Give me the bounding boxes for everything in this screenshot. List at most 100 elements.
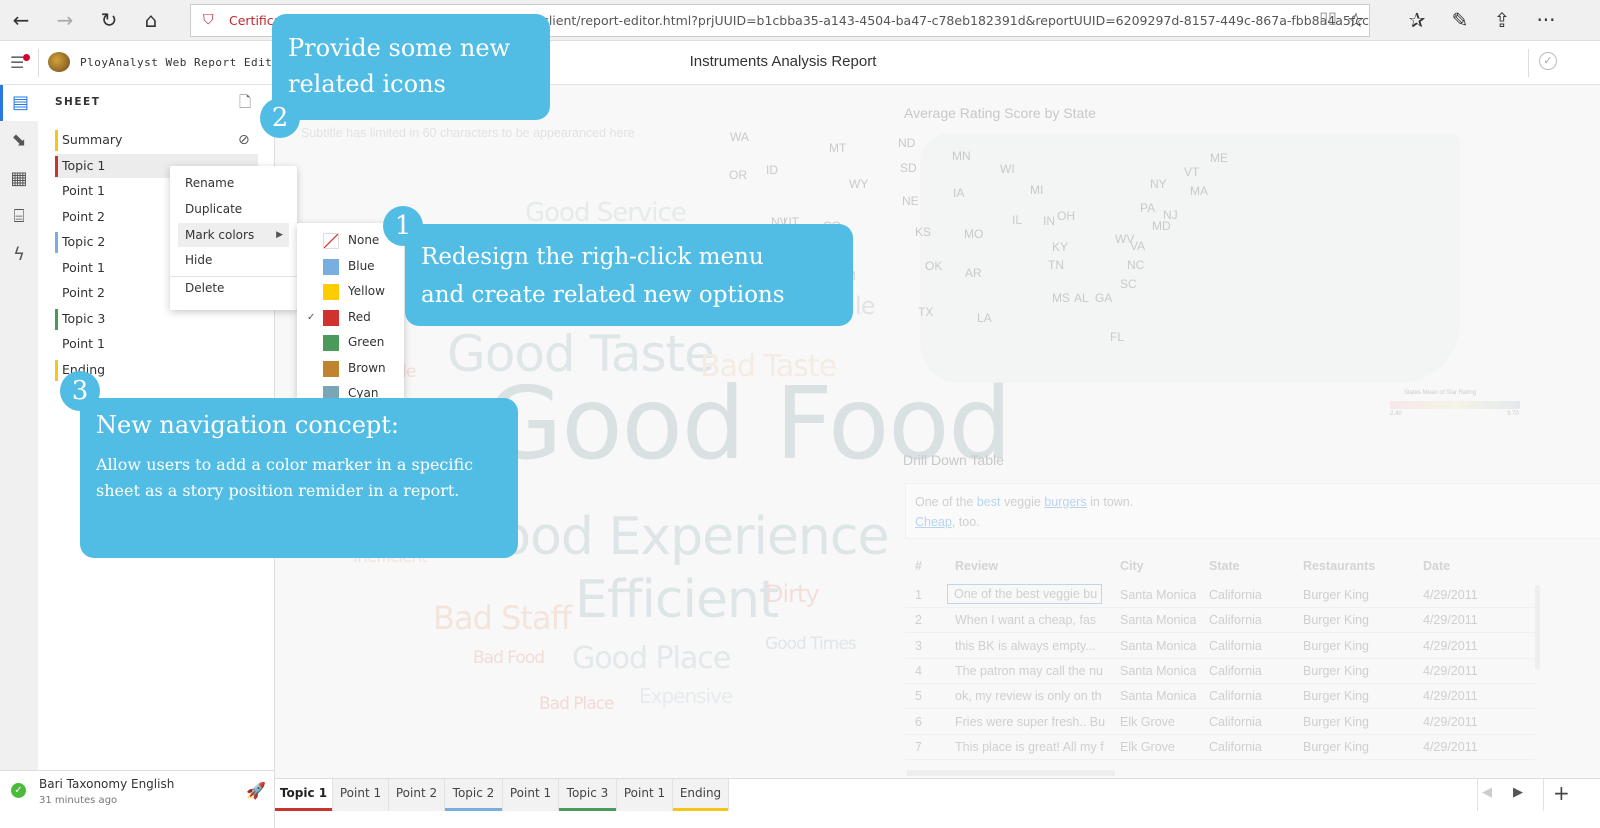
menu-item-duplicate[interactable]: Duplicate — [178, 197, 289, 221]
table-cell[interactable]: California — [1209, 664, 1262, 678]
table-cell[interactable]: 4/29/2011 — [1423, 689, 1478, 703]
state-label[interactable]: WY — [849, 177, 868, 191]
tab-sheet[interactable]: Topic 3 — [559, 779, 617, 811]
table-cell[interactable]: Santa Monica — [1120, 588, 1196, 602]
tab-sheet[interactable]: Topic 1 — [275, 779, 333, 811]
sheet-document-icon[interactable]: ▤ — [0, 85, 38, 121]
cloud-word[interactable]: Expensive — [639, 684, 733, 708]
keyword-link[interactable]: Cheap — [915, 515, 952, 529]
refresh-icon[interactable]: ↻ — [96, 8, 122, 32]
menu-item-delete[interactable]: Delete — [178, 276, 289, 300]
tab-sheet[interactable]: Point 2 — [389, 779, 445, 811]
state-label[interactable]: PA — [1140, 201, 1155, 215]
table-cell[interactable]: Elk Grove — [1120, 740, 1175, 754]
tab-sheet[interactable]: Point 1 — [617, 779, 673, 811]
color-option[interactable]: Yellow — [297, 279, 404, 304]
table-cell[interactable]: Santa Monica — [1120, 639, 1196, 653]
import-arrow-icon[interactable]: ⬊ — [0, 123, 38, 159]
hidden-eye-icon[interactable]: ⊘ — [238, 132, 250, 148]
table-cell[interactable]: 4/29/2011 — [1423, 613, 1478, 627]
state-label[interactable]: AR — [965, 266, 982, 280]
table-cell[interactable]: 4/29/2011 — [1423, 740, 1478, 754]
state-label[interactable]: ID — [766, 163, 778, 177]
menu-item-mark-colors[interactable]: Mark colors ▶ — [178, 223, 289, 247]
table-cell[interactable]: California — [1209, 689, 1262, 703]
cloud-word[interactable]: Bad Staff — [433, 599, 572, 637]
sheet-item[interactable]: Topic 3 — [55, 307, 258, 331]
table-cell[interactable]: Burger King — [1303, 639, 1369, 653]
state-label[interactable]: TX — [918, 305, 933, 319]
add-tab-icon[interactable]: + — [1553, 781, 1570, 805]
state-label[interactable]: ME — [1210, 151, 1228, 165]
state-label[interactable]: WA — [730, 130, 749, 144]
paint-brush-icon[interactable]: ⌸ — [0, 199, 38, 235]
table-cell[interactable]: 5 — [915, 689, 922, 703]
state-label[interactable]: VT — [1184, 165, 1199, 179]
home-icon[interactable]: ⌂ — [138, 8, 164, 32]
state-label[interactable]: MO — [964, 227, 983, 241]
column-header[interactable]: Review — [955, 559, 998, 573]
column-header[interactable]: Date — [1423, 559, 1450, 573]
tab-sheet[interactable]: Ending — [673, 779, 729, 811]
state-label[interactable]: NE — [902, 194, 919, 208]
column-header[interactable]: Restaurants — [1303, 559, 1375, 573]
table-cell[interactable]: California — [1209, 613, 1262, 627]
state-label[interactable]: IL — [1012, 213, 1022, 227]
favorites-hub-icon[interactable]: ✰ — [1404, 8, 1430, 32]
table-cell[interactable]: Santa Monica — [1120, 664, 1196, 678]
sheet-item[interactable]: Summary — [55, 128, 258, 152]
table-hscrollbar[interactable] — [907, 770, 1115, 776]
cloud-word[interactable]: Efficient — [575, 570, 779, 630]
state-label[interactable]: KY — [1052, 240, 1068, 254]
table-cell[interactable]: California — [1209, 639, 1262, 653]
table-cell[interactable]: 4 — [915, 664, 922, 678]
column-header[interactable]: # — [915, 559, 922, 573]
table-cell[interactable]: Santa Monica — [1120, 613, 1196, 627]
table-cell[interactable]: California — [1209, 588, 1262, 602]
column-header[interactable]: City — [1120, 559, 1144, 573]
table-cell[interactable]: 4/29/2011 — [1423, 715, 1478, 729]
table-cell[interactable]: The patron may call the nu — [955, 664, 1103, 678]
table-cell[interactable]: Burger King — [1303, 613, 1369, 627]
table-cell[interactable]: 6 — [915, 715, 922, 729]
state-label[interactable]: MN — [952, 149, 971, 163]
state-label[interactable]: TN — [1048, 258, 1064, 272]
state-label[interactable]: MS — [1052, 291, 1070, 305]
prev-tab-icon[interactable]: ◀ — [1482, 785, 1492, 800]
table-cell[interactable]: Burger King — [1303, 740, 1369, 754]
state-label[interactable]: WI — [1000, 162, 1015, 176]
layout-grid-icon[interactable]: ▦ — [0, 161, 38, 197]
forward-icon[interactable]: → — [52, 8, 78, 32]
table-cell[interactable]: 4/29/2011 — [1423, 588, 1478, 602]
sheet-item[interactable]: Point 1 — [55, 332, 258, 356]
table-cell[interactable]: Elk Grove — [1120, 715, 1175, 729]
cloud-word[interactable]: Good Place — [572, 641, 731, 676]
table-cell[interactable]: Burger King — [1303, 689, 1369, 703]
cloud-word[interactable]: le — [855, 292, 875, 320]
table-cell[interactable]: Fries were super fresh.. Bu — [955, 715, 1105, 729]
menu-item-rename[interactable]: Rename — [178, 171, 289, 195]
color-option[interactable]: ✓ Red — [297, 305, 404, 330]
state-label[interactable]: KS — [915, 225, 931, 239]
pen-icon[interactable]: ✎ — [1447, 8, 1473, 32]
state-label[interactable]: MI — [1030, 183, 1043, 197]
table-cell[interactable]: Burger King — [1303, 664, 1369, 678]
color-option[interactable]: Blue — [297, 254, 404, 279]
table-cell[interactable]: this BK is always empty... — [955, 639, 1096, 653]
table-cell[interactable]: 1 — [915, 588, 922, 602]
add-sheet-icon[interactable]: 🗋 — [239, 92, 251, 117]
column-header[interactable]: State — [1209, 559, 1240, 573]
table-cell[interactable]: This place is great! All my f — [955, 740, 1104, 754]
state-label[interactable]: NY — [1150, 177, 1167, 191]
table-cell[interactable]: Burger King — [1303, 588, 1369, 602]
state-label[interactable]: IN — [1043, 214, 1055, 228]
rocket-publish-icon[interactable]: 🚀 — [246, 781, 266, 800]
tab-sheet[interactable]: Topic 2 — [445, 779, 503, 811]
cloud-word[interactable]: Bad Place — [539, 694, 614, 714]
table-cell[interactable]: One of the best veggie bu — [947, 584, 1102, 604]
table-cell[interactable]: ok, my review is only on th — [955, 689, 1102, 703]
state-label[interactable]: ND — [898, 136, 915, 150]
table-cell[interactable]: 7 — [915, 740, 922, 754]
table-cell[interactable]: Burger King — [1303, 715, 1369, 729]
report-title[interactable]: Instruments Analysis Report — [600, 53, 966, 70]
